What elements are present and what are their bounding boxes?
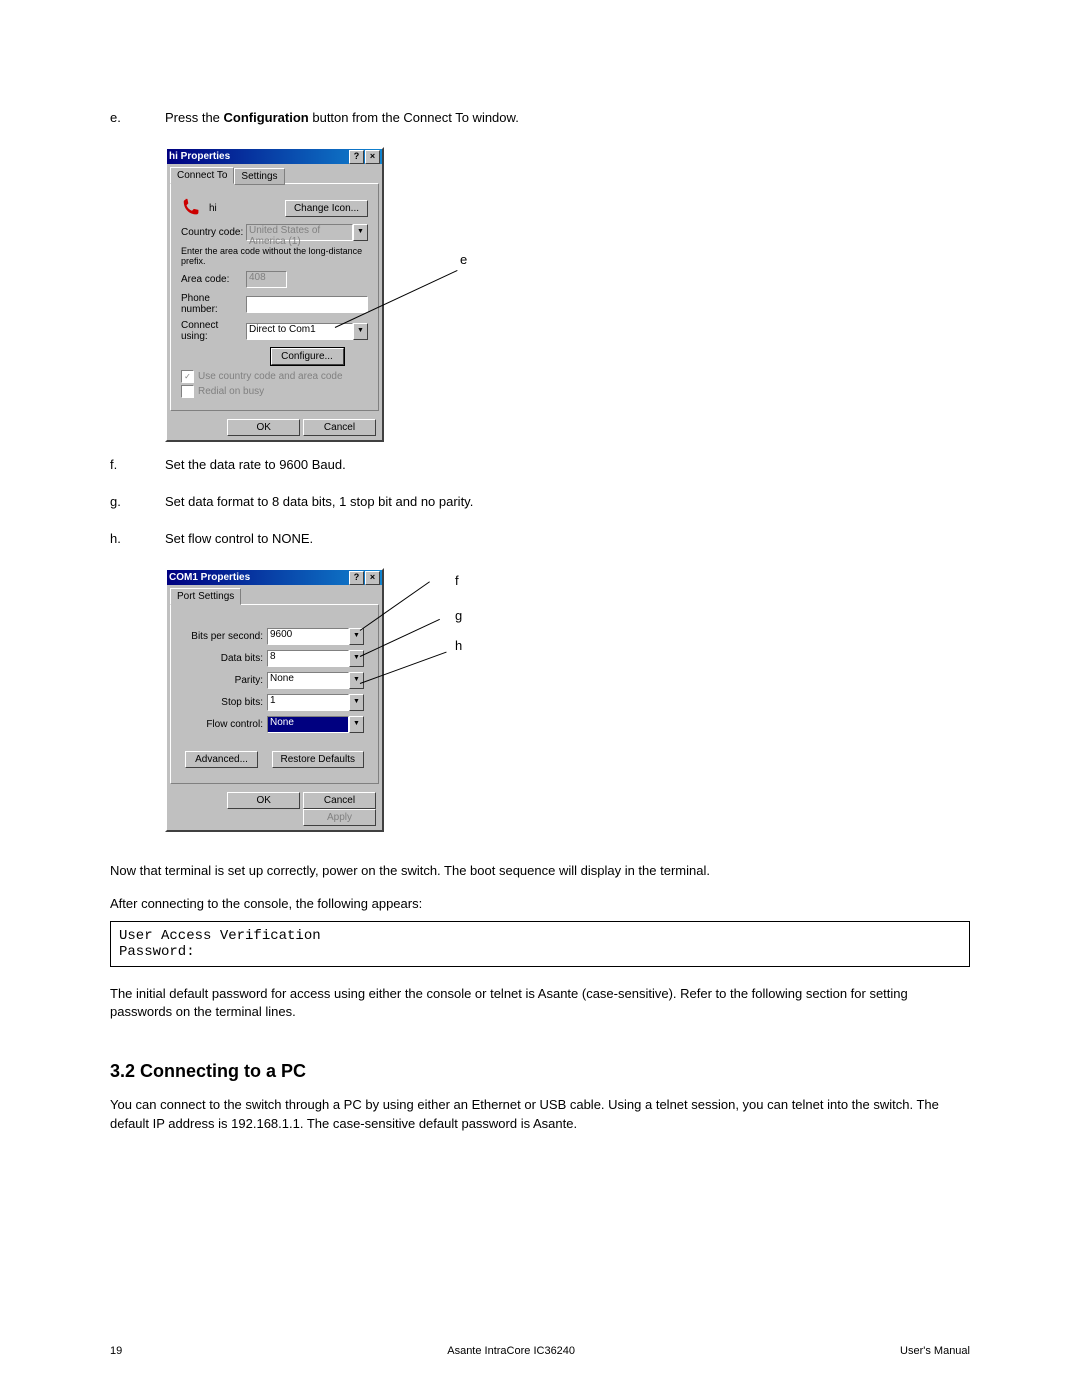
area-code-input[interactable]: 408 <box>246 271 287 288</box>
checkbox-icon: ✓ <box>181 370 194 383</box>
product-name: Asante IntraCore IC36240 <box>447 1345 575 1357</box>
phone-icon <box>181 197 203 219</box>
connection-name: hi <box>209 203 217 214</box>
dialog-title: hi Properties <box>169 149 348 164</box>
apply-button[interactable]: Apply <box>303 809 376 826</box>
phone-number-input[interactable] <box>246 296 368 313</box>
chevron-down-icon[interactable]: ▼ <box>349 672 364 689</box>
close-icon[interactable]: × <box>365 571 380 585</box>
connect-using-label: Connect using: <box>181 320 246 342</box>
close-icon[interactable]: × <box>365 150 380 164</box>
port-settings-panel: Bits per second: 9600 ▼ Data bits: 8 ▼ P… <box>170 604 379 784</box>
stop-bits-label: Stop bits: <box>185 697 263 708</box>
cancel-button[interactable]: Cancel <box>303 419 376 436</box>
tab-settings[interactable]: Settings <box>234 168 284 185</box>
body-paragraph: After connecting to the console, the fol… <box>110 896 970 911</box>
step-h: h. Set flow control to NONE. <box>110 531 970 546</box>
tabstrip: Connect To Settings <box>167 164 382 184</box>
ok-button[interactable]: OK <box>227 419 300 436</box>
page-number: 19 <box>110 1345 122 1357</box>
chevron-down-icon[interactable]: ▼ <box>349 716 364 733</box>
callout-h: h <box>455 638 462 653</box>
configure-button[interactable]: Configure... <box>271 348 344 365</box>
change-icon-button[interactable]: Change Icon... <box>285 200 368 217</box>
dialog-title: COM1 Properties <box>169 570 348 585</box>
terminal-line: User Access Verification <box>119 928 961 944</box>
doc-type: User's Manual <box>900 1345 970 1357</box>
phone-number-label: Phone number: <box>181 293 246 315</box>
prefix-note: Enter the area code without the long-dis… <box>181 246 368 266</box>
step-g: g. Set data format to 8 data bits, 1 sto… <box>110 494 970 509</box>
stop-bits-select[interactable]: 1 <box>267 694 349 711</box>
titlebar: hi Properties ? × <box>167 149 382 164</box>
chevron-down-icon[interactable]: ▼ <box>349 650 364 667</box>
step-letter: e. <box>110 110 165 125</box>
flow-control-select[interactable]: None <box>267 716 349 733</box>
body-paragraph: Now that terminal is set up correctly, p… <box>110 863 970 878</box>
chevron-down-icon[interactable]: ▼ <box>349 628 364 645</box>
page-footer: 19 Asante IntraCore IC36240 User's Manua… <box>110 1345 970 1357</box>
data-bits-select[interactable]: 8 <box>267 650 349 667</box>
parity-label: Parity: <box>185 675 263 686</box>
checkbox-country-code[interactable]: ✓ Use country code and area code <box>181 370 368 383</box>
tab-connect-to[interactable]: Connect To <box>170 167 234 184</box>
body-paragraph: The initial default password for access … <box>110 985 970 1021</box>
step-f: f. Set the data rate to 9600 Baud. <box>110 457 970 472</box>
help-icon[interactable]: ? <box>349 150 364 164</box>
bits-per-second-select[interactable]: 9600 <box>267 628 349 645</box>
checkbox-redial[interactable]: Redial on busy <box>181 385 368 398</box>
advanced-button[interactable]: Advanced... <box>185 751 258 768</box>
ok-button[interactable]: OK <box>227 792 300 809</box>
chevron-down-icon[interactable]: ▼ <box>349 694 364 711</box>
cancel-button[interactable]: Cancel <box>303 792 376 809</box>
parity-select[interactable]: None <box>267 672 349 689</box>
country-code-select[interactable]: United States of America (1) <box>246 224 353 241</box>
flow-control-label: Flow control: <box>185 719 263 730</box>
step-e: e. Press the Configuration button from t… <box>110 110 970 125</box>
bits-per-second-label: Bits per second: <box>185 631 263 642</box>
section-heading: 3.2 Connecting to a PC <box>110 1061 970 1082</box>
tab-port-settings[interactable]: Port Settings <box>170 588 241 605</box>
chevron-down-icon[interactable]: ▼ <box>353 323 368 340</box>
help-icon[interactable]: ? <box>349 571 364 585</box>
body-paragraph: You can connect to the switch through a … <box>110 1096 970 1132</box>
restore-defaults-button[interactable]: Restore Defaults <box>272 751 364 768</box>
hi-properties-dialog: hi Properties ? × Connect To Settings hi… <box>165 147 384 442</box>
step-text: Press the Configuration button from the … <box>165 110 970 125</box>
chevron-down-icon[interactable]: ▼ <box>353 224 368 241</box>
callout-g: g <box>455 608 462 623</box>
area-code-label: Area code: <box>181 274 246 285</box>
terminal-output: User Access Verification Password: <box>110 921 970 967</box>
callout-e: e <box>460 252 467 267</box>
data-bits-label: Data bits: <box>185 653 263 664</box>
terminal-line: Password: <box>119 944 961 960</box>
country-code-label: Country code: <box>181 227 246 238</box>
checkbox-icon <box>181 385 194 398</box>
callout-f: f <box>455 573 459 588</box>
com1-properties-dialog: COM1 Properties ? × Port Settings Bits p… <box>165 568 384 832</box>
titlebar: COM1 Properties ? × <box>167 570 382 585</box>
connect-to-panel: hi Change Icon... Country code: United S… <box>170 183 379 411</box>
